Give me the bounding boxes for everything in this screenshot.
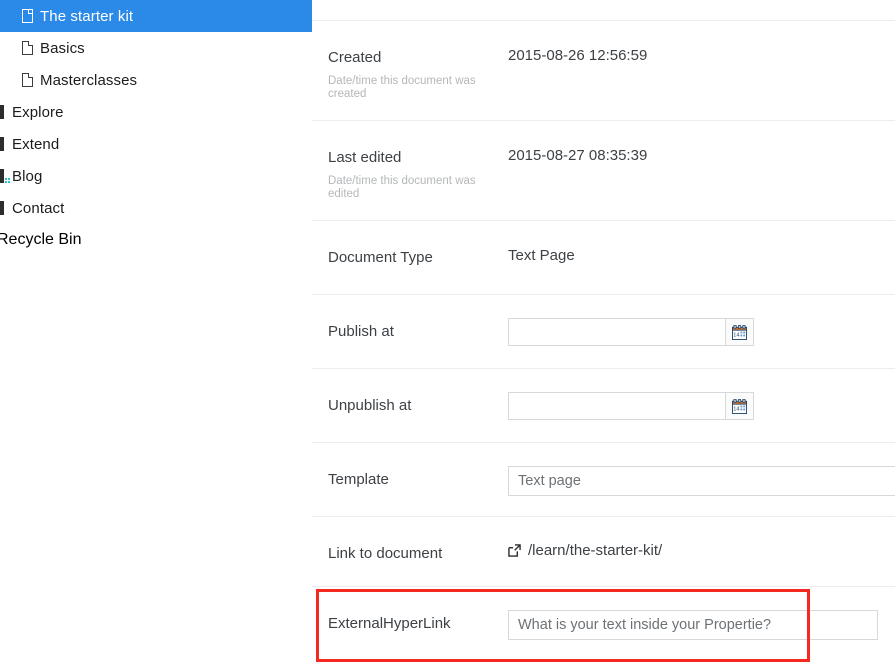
template-select[interactable]: Text page [508, 466, 895, 496]
property-label-col: Created Date/time this document was crea… [328, 21, 508, 101]
document-type-value: Text Page [508, 247, 575, 264]
publish-at-calendar-button[interactable]: 14 [725, 318, 754, 346]
sidebar-item-the-starter-kit[interactable]: The starter kit [0, 0, 312, 32]
publish-at-datepicker[interactable]: 14 [508, 318, 754, 346]
content-node-icon [0, 137, 12, 151]
sidebar-item-label: Contact [12, 199, 65, 217]
property-row-last-edited: Last edited Date/time this document was … [312, 120, 895, 220]
calendar-icon: 14 [732, 324, 747, 340]
property-row-template: Template Text page [312, 442, 895, 516]
property-row-document-type: Document Type Text Page [312, 220, 895, 294]
property-label-col: ExternalHyperLink [328, 587, 508, 633]
last-edited-value: 2015-08-27 08:35:39 [508, 147, 648, 164]
property-label-col: Template [328, 443, 508, 489]
sidebar-item-basics[interactable]: Basics [0, 32, 312, 64]
property-label-col: Unpublish at [328, 369, 508, 415]
content-node-icon [0, 105, 12, 119]
sidebar-item-extend[interactable]: Extend [0, 128, 312, 160]
property-label-col: Publish at [328, 295, 508, 341]
calendar-icon: 14 [732, 398, 747, 414]
property-row-external-hyperlink: ExternalHyperLink [312, 586, 895, 660]
property-value-col: 2015-08-26 12:56:59 [508, 21, 895, 66]
sidebar-item-label: Extend [12, 135, 60, 153]
property-label: Document Type [328, 249, 433, 266]
content-node-blog-icon [0, 169, 12, 183]
property-label: Publish at [328, 323, 394, 340]
external-hyperlink-input[interactable] [508, 610, 878, 640]
property-label: Last edited [328, 149, 402, 166]
property-value-col: Text page [508, 443, 895, 496]
property-value-col [508, 587, 895, 640]
external-link-icon [508, 544, 521, 557]
content-node-icon [0, 201, 12, 215]
unpublish-at-datepicker[interactable]: 14 [508, 392, 754, 420]
property-description: Date/time this document was edited [328, 175, 476, 200]
property-row-link-to-document: Link to document /learn/the-starter-kit/ [312, 516, 895, 586]
property-description: Date/time this document was created [328, 75, 476, 100]
content-tree-sidebar: The starter kit Basics Masterclasses Exp… [0, 0, 316, 671]
properties-list: Created Date/time this document was crea… [312, 0, 895, 660]
property-label-col: Document Type [328, 221, 508, 267]
sidebar-item-recycle-bin[interactable]: Recycle Bin [0, 224, 312, 256]
created-value: 2015-08-26 12:56:59 [508, 47, 648, 64]
document-icon [14, 40, 40, 55]
sidebar-item-label: Basics [40, 39, 85, 57]
document-url-text: /learn/the-starter-kit/ [528, 542, 663, 559]
property-row-unpublish-at: Unpublish at 14 [312, 368, 895, 442]
document-url-link[interactable]: /learn/the-starter-kit/ [508, 542, 662, 559]
document-icon [14, 72, 40, 87]
sidebar-item-blog[interactable]: Blog [0, 160, 312, 192]
sidebar-item-contact[interactable]: Contact [0, 192, 312, 224]
sidebar-item-label: Recycle Bin [0, 231, 82, 248]
property-label-col: Last edited Date/time this document was … [328, 121, 508, 201]
sidebar-item-explore[interactable]: Explore [0, 96, 312, 128]
property-value-col: 2015-08-27 08:35:39 [508, 121, 895, 166]
property-value-col: 14 [508, 295, 895, 346]
publish-at-input[interactable] [508, 318, 725, 346]
property-value-col: 14 [508, 369, 895, 420]
property-value-col: Text Page [508, 221, 895, 266]
properties-panel: Created Date/time this document was crea… [312, 0, 895, 671]
property-label: Unpublish at [328, 397, 412, 414]
property-row-created: Created Date/time this document was crea… [312, 20, 895, 120]
sidebar-item-label: Explore [12, 103, 64, 121]
sidebar-item-label: Blog [12, 167, 43, 185]
calendar-day-number: 14 [733, 406, 739, 412]
sidebar-item-label: The starter kit [40, 7, 134, 25]
unpublish-at-calendar-button[interactable]: 14 [725, 392, 754, 420]
calendar-day-number: 14 [733, 332, 739, 338]
property-label: Created [328, 49, 382, 66]
property-row-publish-at: Publish at 14 [312, 294, 895, 368]
umbraco-backoffice: The starter kit Basics Masterclasses Exp… [0, 0, 895, 671]
sidebar-item-masterclasses[interactable]: Masterclasses [0, 64, 312, 96]
property-label: Template [328, 471, 389, 488]
property-label: ExternalHyperLink [328, 615, 451, 632]
property-label: Link to document [328, 545, 443, 562]
unpublish-at-input[interactable] [508, 392, 725, 420]
document-icon [14, 8, 40, 23]
sidebar-item-label: Masterclasses [40, 71, 138, 89]
property-value-col: /learn/the-starter-kit/ [508, 517, 895, 562]
property-label-col: Link to document [328, 517, 508, 563]
